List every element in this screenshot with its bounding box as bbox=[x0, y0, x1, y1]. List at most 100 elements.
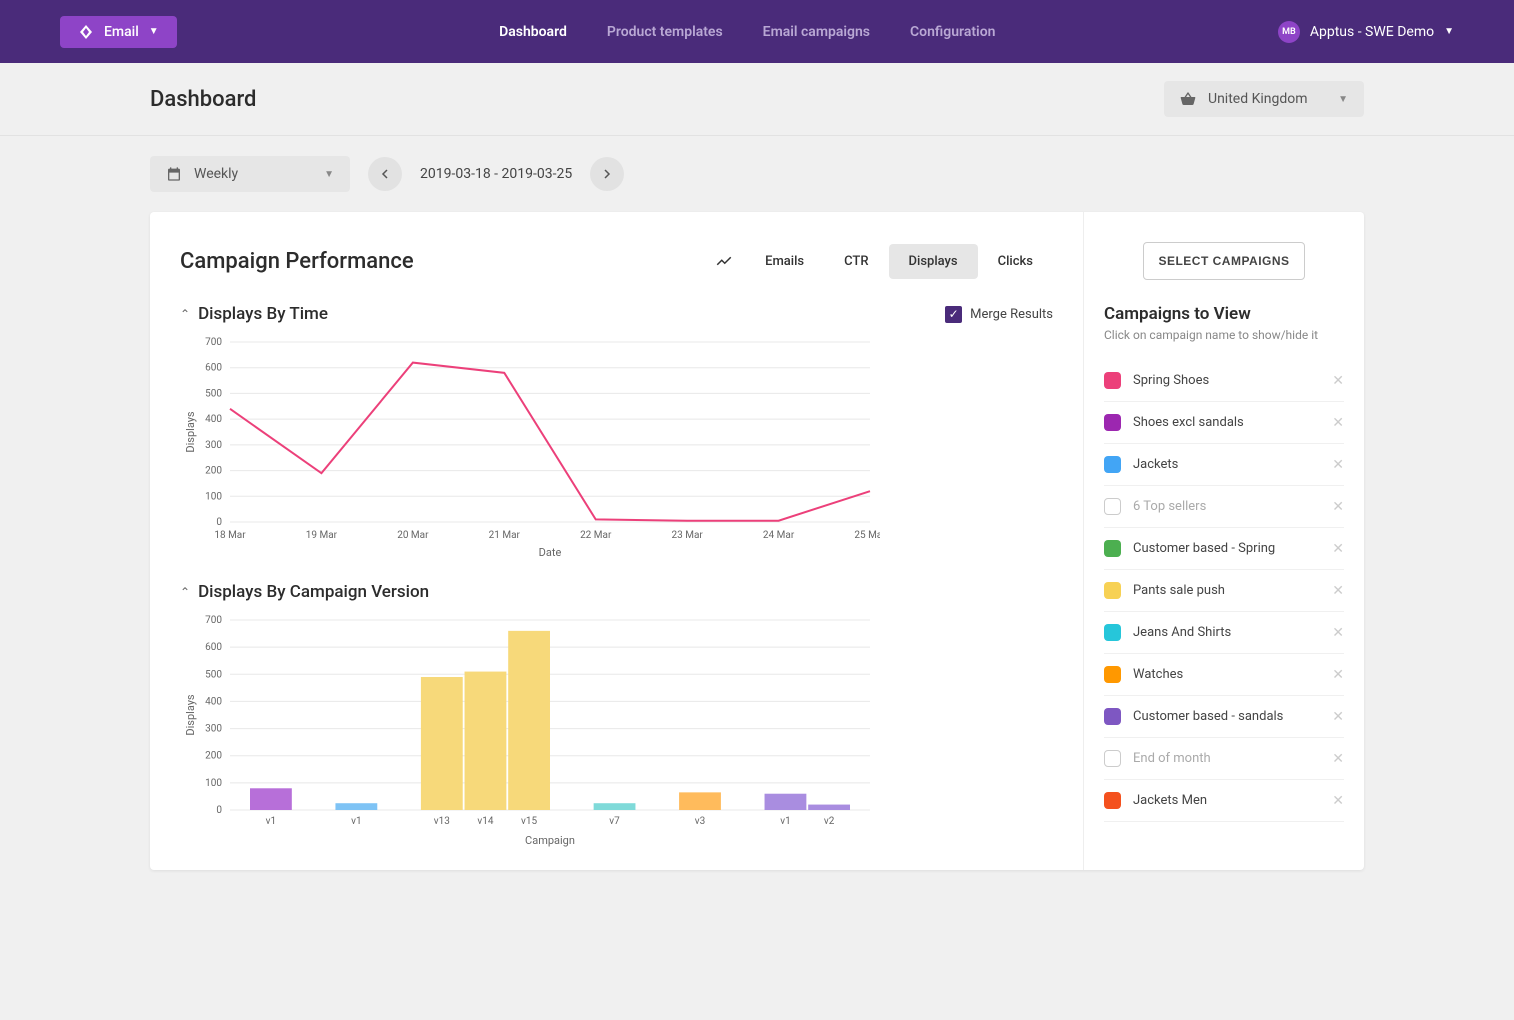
tab-displays[interactable]: Displays bbox=[889, 244, 978, 279]
svg-text:500: 500 bbox=[205, 669, 222, 680]
campaign-item[interactable]: Jeans And Shirts ✕ bbox=[1104, 612, 1344, 654]
campaign-list: Spring Shoes✕Shoes excl sandals✕ Jackets ✕… bbox=[1104, 360, 1344, 822]
merge-results-checkbox[interactable]: ✓ Merge Results bbox=[945, 306, 1053, 323]
sidebar-title: Campaigns to View bbox=[1104, 304, 1344, 324]
frequency-select[interactable]: Weekly ▼ bbox=[150, 156, 350, 192]
date-prev-button[interactable] bbox=[368, 157, 402, 191]
user-menu[interactable]: MB Apptus - SWE Demo ▼ bbox=[1278, 21, 1454, 43]
tab-clicks[interactable]: Clicks bbox=[978, 244, 1053, 279]
caret-down-icon: ▼ bbox=[149, 26, 159, 37]
main-nav: Dashboard Product templates Email campai… bbox=[217, 24, 1278, 40]
svg-text:v13: v13 bbox=[434, 816, 450, 827]
tab-ctr[interactable]: CTR bbox=[824, 244, 888, 279]
campaign-label: Customer based - Spring bbox=[1133, 541, 1275, 556]
svg-text:100: 100 bbox=[205, 778, 222, 789]
caret-down-icon: ▼ bbox=[1338, 94, 1348, 105]
user-label: Apptus - SWE Demo bbox=[1310, 24, 1434, 40]
date-next-button[interactable] bbox=[590, 157, 624, 191]
frequency-label: Weekly bbox=[194, 166, 238, 182]
campaign-label: Jeans And Shirts bbox=[1133, 625, 1231, 640]
campaign-label: Jackets bbox=[1133, 457, 1178, 472]
nav-email-campaigns[interactable]: Email campaigns bbox=[763, 24, 870, 40]
tab-trend-icon[interactable] bbox=[703, 242, 745, 280]
campaign-swatch bbox=[1104, 708, 1121, 725]
svg-text:22 Mar: 22 Mar bbox=[580, 530, 612, 541]
campaign-item[interactable]: End of month ✕ bbox=[1104, 738, 1344, 780]
select-campaigns-button[interactable]: SELECT CAMPAIGNS bbox=[1143, 242, 1304, 280]
campaign-swatch bbox=[1104, 582, 1121, 599]
svg-text:400: 400 bbox=[205, 696, 222, 707]
svg-text:500: 500 bbox=[205, 388, 222, 399]
app-logo-icon bbox=[78, 24, 94, 40]
section2-title-row[interactable]: ⌃ Displays By Campaign Version bbox=[180, 582, 429, 602]
close-icon[interactable]: ✕ bbox=[1332, 541, 1344, 557]
chevron-up-icon: ⌃ bbox=[180, 307, 190, 321]
svg-text:Date: Date bbox=[539, 546, 562, 559]
chevron-up-icon: ⌃ bbox=[180, 585, 190, 599]
campaign-label: Watches bbox=[1133, 667, 1183, 682]
close-icon[interactable]: ✕ bbox=[1332, 457, 1344, 473]
line-chart: 010020030040050060070018 Mar19 Mar20 Mar… bbox=[180, 332, 880, 562]
page-title: Dashboard bbox=[150, 87, 256, 112]
controls-row: Weekly ▼ 2019-03-18 - 2019-03-25 bbox=[0, 136, 1514, 212]
svg-text:700: 700 bbox=[205, 615, 222, 626]
svg-text:0: 0 bbox=[216, 517, 222, 528]
section2-title: Displays By Campaign Version bbox=[198, 582, 429, 602]
close-icon[interactable]: ✕ bbox=[1332, 583, 1344, 599]
sidebar-subtitle: Click on campaign name to show/hide it bbox=[1104, 328, 1344, 342]
svg-text:100: 100 bbox=[205, 491, 222, 502]
section1-title-row[interactable]: ⌃ Displays By Time bbox=[180, 304, 328, 324]
region-select[interactable]: United Kingdom ▼ bbox=[1164, 81, 1364, 117]
campaign-item[interactable]: 6 Top sellers✕ bbox=[1104, 486, 1344, 528]
campaign-swatch bbox=[1104, 372, 1121, 389]
svg-text:200: 200 bbox=[205, 466, 222, 477]
campaign-swatch bbox=[1104, 624, 1121, 641]
close-icon[interactable]: ✕ bbox=[1332, 667, 1344, 683]
close-icon[interactable]: ✕ bbox=[1332, 709, 1344, 725]
region-label: United Kingdom bbox=[1208, 91, 1308, 107]
nav-dashboard[interactable]: Dashboard bbox=[499, 24, 567, 40]
svg-text:v2: v2 bbox=[824, 816, 835, 827]
close-icon[interactable]: ✕ bbox=[1332, 499, 1344, 515]
campaign-item[interactable]: Spring Shoes✕ bbox=[1104, 360, 1344, 402]
svg-text:400: 400 bbox=[205, 414, 222, 425]
campaign-swatch bbox=[1104, 414, 1121, 431]
app-menu-dropdown[interactable]: Email ▼ bbox=[60, 16, 177, 48]
svg-text:Displays: Displays bbox=[184, 694, 197, 736]
svg-text:300: 300 bbox=[205, 724, 222, 735]
tab-emails[interactable]: Emails bbox=[745, 244, 824, 279]
svg-text:v7: v7 bbox=[609, 816, 620, 827]
close-icon[interactable]: ✕ bbox=[1332, 751, 1344, 767]
svg-text:v1: v1 bbox=[351, 816, 361, 827]
close-icon[interactable]: ✕ bbox=[1332, 625, 1344, 641]
campaign-label: Jackets Men bbox=[1133, 793, 1207, 808]
svg-text:v1: v1 bbox=[266, 816, 276, 827]
campaign-item[interactable]: Pants sale push✕ bbox=[1104, 570, 1344, 612]
campaign-item[interactable]: Shoes excl sandals✕ bbox=[1104, 402, 1344, 444]
nav-configuration[interactable]: Configuration bbox=[910, 24, 995, 40]
close-icon[interactable]: ✕ bbox=[1332, 793, 1344, 809]
campaign-swatch bbox=[1104, 792, 1121, 809]
campaign-swatch bbox=[1104, 540, 1121, 557]
basket-icon bbox=[1180, 91, 1196, 107]
svg-text:600: 600 bbox=[205, 642, 222, 653]
campaign-item[interactable]: Customer based - sandals✕ bbox=[1104, 696, 1344, 738]
svg-text:0: 0 bbox=[216, 805, 222, 816]
svg-text:19 Mar: 19 Mar bbox=[306, 530, 338, 541]
merge-label: Merge Results bbox=[970, 307, 1053, 322]
close-icon[interactable]: ✕ bbox=[1332, 415, 1344, 431]
campaign-item[interactable]: Watches ✕ bbox=[1104, 654, 1344, 696]
avatar: MB bbox=[1278, 21, 1300, 43]
nav-product-templates[interactable]: Product templates bbox=[607, 24, 723, 40]
campaign-item[interactable]: Jackets Men ✕ bbox=[1104, 780, 1344, 822]
campaign-item[interactable]: Customer based - Spring ✕ bbox=[1104, 528, 1344, 570]
svg-text:200: 200 bbox=[205, 751, 222, 762]
close-icon[interactable]: ✕ bbox=[1332, 373, 1344, 389]
campaign-item[interactable]: Jackets ✕ bbox=[1104, 444, 1344, 486]
campaign-label: End of month bbox=[1133, 751, 1211, 766]
svg-text:21 Mar: 21 Mar bbox=[489, 530, 521, 541]
svg-text:Campaign: Campaign bbox=[525, 834, 575, 847]
campaign-swatch bbox=[1104, 498, 1121, 515]
svg-text:Displays: Displays bbox=[184, 411, 197, 453]
svg-text:v3: v3 bbox=[695, 816, 705, 827]
